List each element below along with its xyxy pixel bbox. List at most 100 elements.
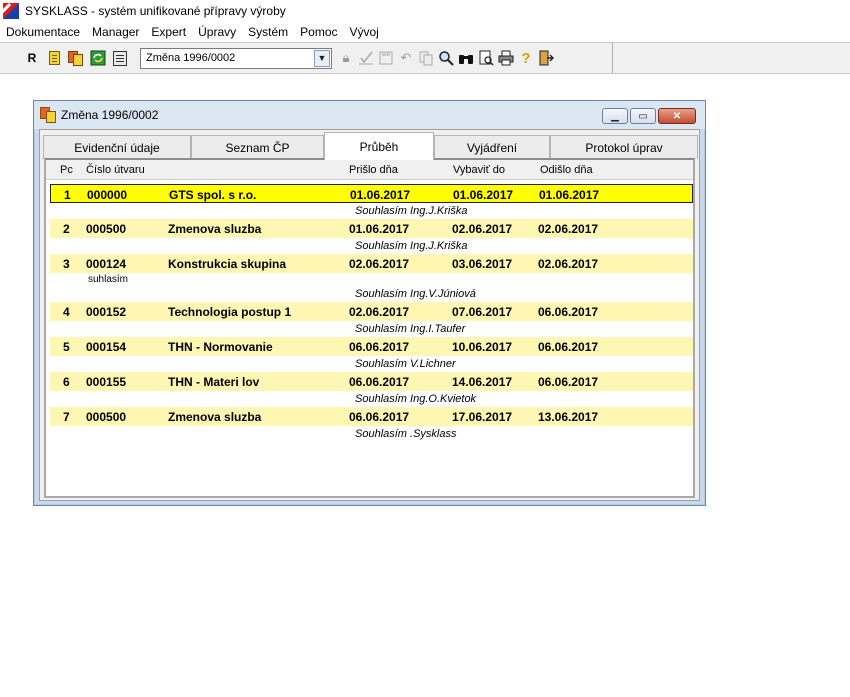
menu-bar: Dokumentace Manager Expert Úpravy Systém… — [0, 22, 850, 42]
help-icon[interactable]: ? — [516, 48, 536, 68]
tab-vyjadreni[interactable]: Vyjádření — [434, 135, 550, 159]
approval-text: Souhlasím .Sysklass — [355, 428, 457, 440]
maximize-icon: ▭ — [638, 110, 648, 122]
undo-icon[interactable]: ↶ — [396, 48, 416, 68]
calendar-button[interactable] — [110, 48, 130, 68]
documents-button[interactable] — [66, 48, 86, 68]
save-icon[interactable] — [376, 48, 396, 68]
menu-upravy[interactable]: Úpravy — [192, 25, 242, 39]
window-titlebar[interactable]: Změna 1996/0002 ▁ ▭ ✕ — [34, 101, 705, 129]
cell-nazev: GTS spol. s r.o. — [169, 188, 257, 202]
cell-cislo: 000124 — [86, 257, 127, 271]
tab-evidencni-udaje[interactable]: Evidenční údaje — [43, 135, 191, 159]
cell-prislo: 06.06.2017 — [349, 340, 410, 354]
cell-nazev: Zmenova sluzba — [168, 410, 262, 424]
calendar-icon — [113, 50, 127, 66]
approval-text: Souhlasím Ing.J.Kriška — [355, 205, 468, 217]
tab-prubeh[interactable]: Průběh — [324, 132, 434, 160]
document-icon — [48, 51, 60, 65]
row-main: 5 000154 THN - Normovanie 06.06.2017 10.… — [50, 337, 693, 356]
sync-button[interactable] — [88, 48, 108, 68]
change-window: Změna 1996/0002 ▁ ▭ ✕ Evidenční údaje Se… — [33, 100, 706, 506]
tab-protokol-uprav[interactable]: Protokol úprav — [550, 135, 698, 159]
approval-text: Souhlasím Ing.I.Taufer — [355, 323, 466, 335]
cell-vybavit: 17.06.2017 — [452, 410, 513, 424]
binoculars-icon[interactable] — [456, 48, 476, 68]
cell-odislo: 06.06.2017 — [538, 305, 599, 319]
document-button[interactable] — [44, 48, 64, 68]
approve-icon[interactable] — [356, 48, 376, 68]
sync-icon — [90, 50, 106, 66]
preview-icon[interactable] — [476, 48, 496, 68]
approval-text: Souhlasím Ing.V.Júniová — [355, 288, 476, 300]
cell-prislo: 06.06.2017 — [349, 375, 410, 389]
tab-seznam-cp[interactable]: Seznam ČP — [191, 135, 324, 159]
menu-system[interactable]: Systém — [242, 25, 294, 39]
tab-bar: Evidenční údaje Seznam ČP Průběh Vyjádře… — [43, 132, 698, 160]
search-icon[interactable] — [436, 48, 456, 68]
grid-header: Pc Číslo útvaru Prišlo dňa Vybaviť do Od… — [46, 160, 693, 180]
row-main: 6 000155 THN - Materi lov 06.06.2017 14.… — [50, 372, 693, 391]
row-main: 1 000000 GTS spol. s r.o. 01.06.2017 01.… — [50, 184, 693, 203]
menu-vyvoj[interactable]: Vývoj — [344, 25, 385, 39]
cell-vybavit: 14.06.2017 — [452, 375, 513, 389]
menu-expert[interactable]: Expert — [145, 25, 192, 39]
cell-cislo: 000154 — [86, 340, 127, 354]
cell-prislo: 02.06.2017 — [349, 305, 410, 319]
chevron-down-icon[interactable]: ▼ — [314, 49, 330, 67]
cell-vybavit: 03.06.2017 — [452, 257, 513, 271]
header-vybavit-do[interactable]: Vybaviť do — [453, 164, 505, 176]
toolbar-strip: R Změna 1996/0002 ▼ 🔒︎ ↶ ? — [0, 43, 613, 73]
cell-nazev: THN - Normovanie — [168, 340, 273, 354]
row-main: 7 000500 Zmenova sluzba 06.06.2017 17.06… — [50, 407, 693, 426]
window-content: Evidenční údaje Seznam ČP Průběh Vyjádře… — [39, 129, 700, 501]
cell-prislo: 02.06.2017 — [349, 257, 410, 271]
cell-odislo: 13.06.2017 — [538, 410, 599, 424]
cell-pc: 7 — [63, 410, 70, 424]
cell-vybavit: 02.06.2017 — [452, 222, 513, 236]
cell-odislo: 01.06.2017 — [539, 188, 600, 202]
menu-dokumentace[interactable]: Dokumentace — [0, 25, 86, 39]
row-main: 3 000124 Konstrukcia skupina 02.06.2017 … — [50, 254, 693, 273]
cell-odislo: 06.06.2017 — [538, 375, 599, 389]
maximize-button[interactable]: ▭ — [630, 108, 656, 124]
cell-nazev: THN - Materi lov — [168, 375, 260, 389]
cell-pc: 2 — [63, 222, 70, 236]
cell-vybavit: 01.06.2017 — [453, 188, 514, 202]
cell-prislo: 06.06.2017 — [349, 410, 410, 424]
menu-pomoc[interactable]: Pomoc — [294, 25, 343, 39]
lock-icon[interactable]: 🔒︎ — [336, 48, 356, 68]
cell-vybavit: 07.06.2017 — [452, 305, 513, 319]
cell-pc: 4 — [63, 305, 70, 319]
sysklass-logo-icon — [3, 3, 19, 19]
exit-icon[interactable] — [536, 48, 556, 68]
copy-icon[interactable] — [416, 48, 436, 68]
cell-odislo: 02.06.2017 — [538, 222, 599, 236]
record-select[interactable]: Změna 1996/0002 ▼ — [140, 47, 332, 69]
cell-prislo: 01.06.2017 — [350, 188, 411, 202]
close-button[interactable]: ✕ — [658, 108, 696, 124]
header-pc[interactable]: Pc — [60, 164, 73, 176]
window-title: Změna 1996/0002 — [61, 108, 159, 122]
r-button[interactable]: R — [22, 48, 42, 68]
cell-pc: 3 — [63, 257, 70, 271]
cell-cislo: 000500 — [86, 222, 127, 236]
documents-icon — [40, 106, 57, 124]
app-title: SYSKLASS - systém unifikované přípravy v… — [25, 4, 286, 18]
approval-text: Souhlasím Ing.J.Kriška — [355, 240, 468, 252]
approval-text: Souhlasím V.Lichner — [355, 358, 456, 370]
minimize-button[interactable]: ▁ — [602, 108, 628, 124]
cell-nazev: Zmenova sluzba — [168, 222, 262, 236]
header-cislo-utvaru[interactable]: Číslo útvaru — [86, 164, 145, 176]
row-note: suhlasím — [88, 274, 129, 285]
menu-manager[interactable]: Manager — [86, 25, 145, 39]
minimize-icon: ▁ — [611, 110, 619, 122]
print-icon[interactable] — [496, 48, 516, 68]
app-titlebar: SYSKLASS - systém unifikované přípravy v… — [0, 0, 850, 22]
header-odislo-dna[interactable]: Odišlo dňa — [540, 164, 593, 176]
row-main: 2 000500 Zmenova sluzba 01.06.2017 02.06… — [50, 219, 693, 238]
window-controls: ▁ ▭ ✕ — [602, 108, 696, 124]
cell-pc: 6 — [63, 375, 70, 389]
header-prislo-dna[interactable]: Prišlo dňa — [349, 164, 398, 176]
cell-cislo: 000155 — [86, 375, 127, 389]
